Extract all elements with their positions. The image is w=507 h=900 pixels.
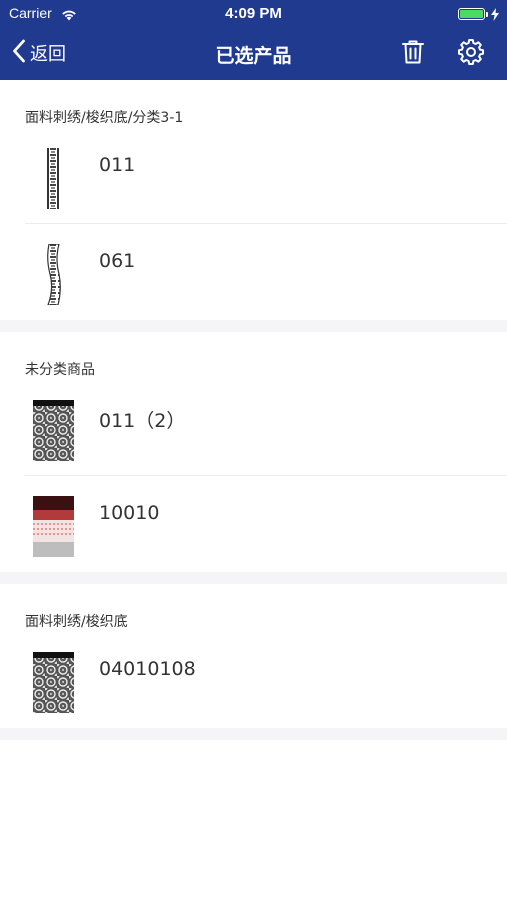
list-item[interactable]: 04010108: [0, 632, 507, 728]
list-item[interactable]: 061: [0, 224, 507, 320]
section-separator: [0, 320, 507, 332]
section-title: 未分类商品: [25, 362, 95, 378]
lace-strip-thumbnail: [33, 148, 74, 209]
battery-icon: [458, 8, 488, 20]
navigation-bar: 返回 已选产品: [0, 28, 507, 80]
top-bar: Carrier 4:09 PM 返回 已选产品: [0, 0, 507, 80]
page-title: 已选产品: [215, 45, 292, 67]
section-title: 面料刺绣/梭织底: [25, 614, 128, 630]
clock: 4:09 PM: [225, 5, 282, 22]
product-code: 061: [99, 250, 136, 272]
product-code: 10010: [99, 502, 160, 524]
charging-icon: [491, 6, 499, 25]
product-code: 011（2）: [99, 410, 186, 432]
status-bar: Carrier 4:09 PM: [0, 0, 507, 28]
section-header: 面料刺绣/梭织底/分类3-1: [0, 80, 507, 128]
list-item[interactable]: 011: [0, 128, 507, 224]
floral-lace-thumbnail: [33, 400, 74, 461]
section-header: 未分类商品: [0, 332, 507, 380]
floral-lace-thumbnail: [33, 652, 74, 713]
section-title: 面料刺绣/梭织底/分类3-1: [25, 110, 184, 126]
section-separator: [0, 572, 507, 584]
product-code: 011: [99, 154, 136, 176]
trash-icon[interactable]: [401, 39, 425, 69]
list-item[interactable]: 011（2）: [0, 380, 507, 476]
red-lace-thumbnail: [33, 496, 74, 557]
product-code: 04010108: [99, 658, 196, 680]
section-header: 面料刺绣/梭织底: [0, 584, 507, 632]
product-list: 面料刺绣/梭织底/分类3-1 011 061 未分类商品 011（2） 1001…: [0, 80, 507, 740]
gear-icon[interactable]: [458, 39, 484, 69]
section-separator: [0, 728, 507, 740]
lace-strip-wavy-thumbnail: [33, 243, 74, 306]
list-item[interactable]: 10010: [0, 476, 507, 572]
